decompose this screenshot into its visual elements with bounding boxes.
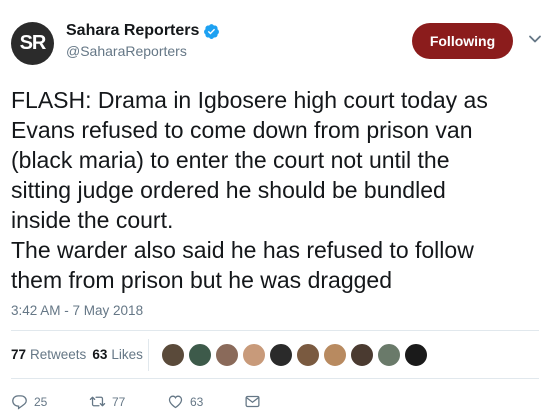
tweet-header: SR Sahara Reporters @SaharaReporters Fol… <box>11 18 541 68</box>
retweets-stat[interactable]: 77 Retweets <box>11 347 86 362</box>
following-button[interactable]: Following <box>412 23 513 59</box>
liker-avatar[interactable] <box>377 343 401 367</box>
liker-avatar[interactable] <box>269 343 293 367</box>
liker-avatar[interactable] <box>188 343 212 367</box>
liker-avatar[interactable] <box>350 343 374 367</box>
retweets-label: Retweets <box>30 347 87 362</box>
divider <box>11 330 539 331</box>
liker-avatar[interactable] <box>161 343 185 367</box>
liker-avatars <box>161 343 431 367</box>
tweet-actions: 25 77 63 <box>11 393 541 413</box>
likes-label: Likes <box>111 347 143 362</box>
account-handle[interactable]: @SaharaReporters <box>66 43 220 59</box>
message-icon <box>245 395 260 408</box>
stats-separator <box>148 339 149 371</box>
liker-avatar[interactable] <box>404 343 428 367</box>
tweet-text: FLASH: Drama in Igbosere high court toda… <box>11 87 488 293</box>
likes-stat[interactable]: 63 Likes <box>92 347 143 362</box>
liker-avatar[interactable] <box>242 343 266 367</box>
message-action[interactable] <box>244 393 261 410</box>
display-name-text[interactable]: Sahara Reporters <box>66 22 199 40</box>
retweets-count: 77 <box>11 347 27 362</box>
retweet-icon <box>89 396 106 407</box>
retweet-count: 77 <box>112 394 126 409</box>
liker-avatar[interactable] <box>215 343 239 367</box>
like-count: 63 <box>190 394 204 409</box>
tweet-timestamp[interactable]: 3:42 AM - 7 May 2018 <box>11 303 143 318</box>
divider <box>11 378 539 379</box>
likes-count: 63 <box>92 347 108 362</box>
heart-icon <box>168 395 183 409</box>
account-names: Sahara Reporters @SaharaReporters <box>66 22 220 59</box>
chevron-down-icon[interactable] <box>528 32 542 46</box>
engagement-stats: 77 Retweets 63 Likes <box>11 347 143 362</box>
reply-action[interactable]: 25 <box>11 393 47 410</box>
avatar[interactable]: SR <box>11 22 54 65</box>
reply-count: 25 <box>34 394 48 409</box>
liker-avatar[interactable] <box>323 343 347 367</box>
reply-icon <box>12 395 27 410</box>
like-action[interactable]: 63 <box>167 393 203 410</box>
liker-avatar[interactable] <box>296 343 320 367</box>
retweet-action[interactable]: 77 <box>89 393 125 410</box>
display-name[interactable]: Sahara Reporters <box>66 22 220 40</box>
verified-badge-icon <box>204 23 220 39</box>
